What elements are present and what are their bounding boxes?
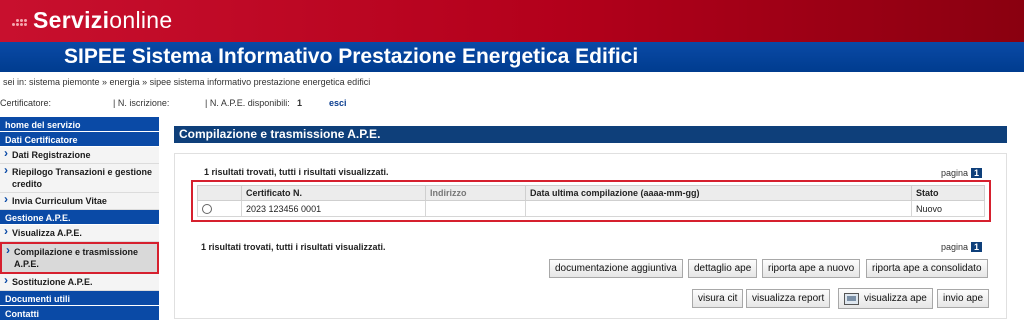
n-ape-label: | N. A.P.E. disponibili:	[205, 98, 290, 108]
row-select-cell	[197, 200, 242, 217]
certificatore-info-bar: Certificatore: | N. iscrizione: | N. A.P…	[0, 98, 1024, 112]
results-table: Certificato N. Indirizzo Data ultima com…	[197, 185, 985, 217]
visualizza-ape-button[interactable]: visualizza ape	[838, 288, 933, 309]
sidebar-item-dati-registrazione[interactable]: Dati Registrazione	[0, 147, 159, 164]
page-number-link[interactable]: 1	[971, 242, 983, 252]
brand-bold: Servizi	[33, 7, 110, 33]
results-table-highlight: Certificato N. Indirizzo Data ultima com…	[191, 180, 991, 222]
certificatore-label: Certificatore:	[0, 98, 52, 108]
sidebar-section-gestione-ape[interactable]: Gestione A.P.E.	[0, 210, 159, 225]
breadcrumb[interactable]: sei in: sistema piemonte » energia » sip…	[3, 77, 370, 87]
pagina-label: pagina	[941, 242, 969, 252]
table-row[interactable]: 2023 123456 0001 Nuovo	[197, 200, 985, 217]
visualizza-report-button[interactable]: visualizza report	[746, 289, 831, 308]
sidebar-item-sostituzione-ape[interactable]: Sostituzione A.P.E.	[0, 274, 159, 291]
sidebar-item-visualizza-ape[interactable]: Visualizza A.P.E.	[0, 225, 159, 242]
pagination-top: pagina 1	[941, 168, 983, 178]
sidebar-section-contatti[interactable]: Contatti	[0, 306, 159, 321]
top-banner: Servizionline	[0, 0, 1024, 42]
row-radio-button[interactable]	[202, 203, 212, 214]
cell-stato: Nuovo	[911, 200, 985, 217]
col-header-select	[197, 185, 242, 201]
sidebar-item-invia-cv[interactable]: Invia Curriculum Vitae	[0, 193, 159, 210]
dettaglio-ape-button[interactable]: dettaglio ape	[688, 259, 758, 278]
brand-light: online	[109, 7, 173, 33]
page-number-link[interactable]: 1	[971, 168, 983, 178]
monitor-icon	[844, 292, 859, 305]
visura-cit-button[interactable]: visura cit	[692, 289, 744, 308]
cell-data	[525, 200, 912, 217]
documentazione-aggiuntiva-button[interactable]: documentazione aggiuntiva	[549, 259, 683, 278]
sidebar-section-dati-certificatore[interactable]: Dati Certificatore	[0, 132, 159, 147]
col-header-certificato[interactable]: Certificato N.	[241, 185, 426, 201]
col-header-indirizzo[interactable]: Indirizzo	[425, 185, 526, 201]
results-summary-bottom: 1 risultati trovati, tutti i risultati v…	[201, 242, 386, 252]
sidebar-item-home[interactable]: home del servizio	[0, 117, 159, 132]
invio-ape-button[interactable]: invio ape	[937, 289, 990, 308]
pagination-bottom: pagina 1	[941, 242, 983, 252]
sidebar-nav: home del servizio Dati Certificatore Dat…	[0, 117, 159, 321]
panel-header: Compilazione e trasmissione A.P.E.	[174, 126, 1007, 143]
cell-certificato: 2023 123456 0001	[241, 200, 426, 217]
table-header-row: Certificato N. Indirizzo Data ultima com…	[197, 185, 985, 201]
sidebar-item-compilazione-ape[interactable]: Compilazione e trasmissione A.P.E.	[0, 242, 159, 274]
brand-text: Servizionline	[33, 7, 172, 34]
title-bar: SIPEE Sistema Informativo Prestazione En…	[0, 42, 1024, 72]
riporta-ape-nuovo-button[interactable]: riporta ape a nuovo	[762, 259, 861, 278]
col-header-stato[interactable]: Stato	[911, 185, 985, 201]
servizionline-logo[interactable]: Servizionline	[12, 7, 172, 34]
riporta-ape-consolidato-button[interactable]: riporta ape a consolidato	[866, 259, 988, 278]
col-header-data[interactable]: Data ultima compilazione (aaaa-mm-gg)	[525, 185, 912, 201]
pagina-label: pagina	[941, 168, 969, 178]
esci-link[interactable]: esci	[329, 98, 347, 108]
page-title: Compilazione e trasmissione A.P.E.	[179, 127, 381, 141]
results-summary-top: 1 risultati trovati, tutti i risultati v…	[204, 167, 389, 177]
n-ape-value: 1	[297, 98, 303, 108]
cell-indirizzo	[425, 200, 526, 217]
logo-dots-icon	[12, 12, 30, 30]
sidebar-item-riepilogo-transazioni[interactable]: Riepilogo Transazioni e gestione credito	[0, 164, 159, 193]
visualizza-ape-label: visualizza ape	[864, 293, 927, 304]
sidebar-section-documenti-utili[interactable]: Documenti utili	[0, 291, 159, 306]
app-title: SIPEE Sistema Informativo Prestazione En…	[64, 45, 639, 68]
n-iscrizione-label: | N. iscrizione:	[113, 98, 170, 108]
